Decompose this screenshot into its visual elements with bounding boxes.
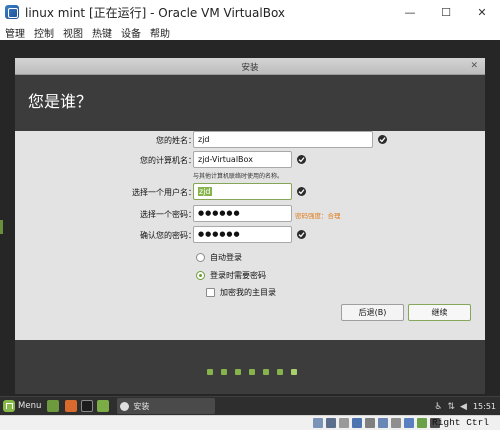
menu-devices[interactable]: 设备 (121, 25, 141, 40)
clock[interactable]: 15:51 (473, 402, 496, 411)
computer-name-input[interactable] (193, 151, 292, 168)
minimize-icon[interactable]: — (392, 0, 428, 24)
password-label: 选择一个密码： (140, 210, 196, 219)
menu-button[interactable]: Menu (3, 398, 41, 414)
menu-view[interactable]: 视图 (63, 25, 83, 40)
menu-manage[interactable]: 管理 (5, 25, 25, 40)
auto-login-label: 自动登录 (210, 252, 242, 262)
terminal-icon[interactable] (81, 400, 94, 412)
name-label: 您的姓名： (156, 136, 196, 145)
network-adapter-icon[interactable] (352, 418, 362, 428)
firefox-icon[interactable] (65, 400, 78, 412)
virtualbox-icon (5, 5, 19, 19)
task-label: 安装 (133, 401, 150, 411)
system-tray: ♿ ⇅ ◀ 15:51 (429, 397, 496, 416)
desktop-panel-edge (0, 220, 3, 234)
installer-window: 安装 ✕ 您是谁？ 您的姓名： 您的计算机名： 与其他计算机联络时使用的名称。 … (15, 58, 485, 394)
taskbar-task-installer[interactable]: 安装 (117, 398, 216, 414)
mint-panel: Menu 安装 ♿ ⇅ ◀ 15:51 (0, 396, 500, 415)
menu-control[interactable]: 控制 (34, 25, 54, 40)
accessibility-icon[interactable]: ♿ (434, 402, 442, 412)
confirm-password-label: 确认您的密码： (140, 231, 196, 240)
menu-label: Menu (18, 401, 42, 411)
computer-name-hint: 与其他计算机联络时使用的名称。 (193, 173, 284, 180)
computer-name-check-icon (297, 155, 306, 164)
installer-title-bar[interactable]: 安装 ✕ (15, 58, 485, 75)
usb-icon[interactable] (365, 418, 375, 428)
computer-name-label: 您的计算机名： (140, 156, 196, 165)
require-password-radio[interactable] (196, 270, 205, 280)
user-form: 您的姓名： 您的计算机名： 与其他计算机联络时使用的名称。 选择一个用户名： z… (15, 131, 485, 340)
auto-login-radio[interactable] (196, 252, 205, 262)
audio-icon[interactable] (339, 418, 349, 428)
installer-header: 您是谁？ (15, 75, 485, 131)
optical-drive-icon[interactable] (326, 418, 336, 428)
host-title-bar: linux mint [正在运行] - Oracle VM VirtualBox… (0, 0, 500, 24)
progress-step (263, 369, 269, 375)
confirm-password-input[interactable]: ●●●●●● (193, 226, 292, 243)
installer-title: 安装 (241, 63, 259, 73)
progress-step (249, 369, 255, 375)
installer-close-icon[interactable]: ✕ (470, 61, 478, 71)
encrypt-home-label: 加密我的主目录 (220, 287, 276, 297)
password-strength: 密码强度：合理 (295, 212, 341, 220)
close-icon[interactable]: ✕ (464, 0, 500, 24)
mint-logo-icon (3, 400, 15, 412)
show-desktop-icon[interactable] (47, 400, 60, 412)
network-icon[interactable]: ⇅ (447, 402, 455, 412)
name-valid-check-icon (378, 135, 387, 144)
maximize-icon[interactable]: ☐ (428, 0, 464, 24)
confirm-password-check-icon (297, 230, 306, 239)
capture-icon[interactable] (404, 418, 414, 428)
shared-folders-icon[interactable] (378, 418, 388, 428)
page-title: 您是谁？ (28, 92, 93, 111)
progress-step-current (291, 369, 297, 375)
progress-step (235, 369, 241, 375)
progress-step (277, 369, 283, 375)
menu-hotkeys[interactable]: 热键 (92, 25, 112, 40)
device-status-icons (313, 418, 443, 428)
require-password-label: 登录时需要密码 (210, 270, 266, 280)
installer-task-icon (120, 401, 130, 411)
install-progress (207, 369, 305, 375)
host-status-bar: Right Ctrl (0, 415, 500, 430)
encrypt-home-option[interactable]: 加密我的主目录 (206, 286, 276, 298)
menu-help[interactable]: 帮助 (150, 25, 170, 40)
display-icon[interactable] (391, 418, 401, 428)
name-input[interactable] (193, 131, 373, 148)
continue-button[interactable]: 继续 (408, 304, 471, 321)
username-input[interactable]: zjd (193, 183, 292, 200)
username-label: 选择一个用户名： (132, 188, 196, 197)
require-password-option[interactable]: 登录时需要密码 (196, 269, 266, 281)
files-icon[interactable] (97, 400, 110, 412)
progress-step (221, 369, 227, 375)
progress-step (207, 369, 213, 375)
volume-icon[interactable]: ◀ (460, 402, 467, 412)
username-selected-text: zjd (198, 187, 212, 196)
username-check-icon (297, 187, 306, 196)
encrypt-home-checkbox[interactable] (206, 287, 215, 297)
auto-login-option[interactable]: 自动登录 (196, 251, 242, 263)
cpu-icon[interactable] (417, 418, 427, 428)
hard-disk-icon[interactable] (313, 418, 323, 428)
back-button[interactable]: 后退(B) (341, 304, 404, 321)
host-key-label: Right Ctrl (432, 417, 490, 428)
window-controls: — ☐ ✕ (392, 0, 500, 24)
password-input[interactable]: ●●●●●● (193, 205, 292, 222)
host-menu-bar: 管理 控制 视图 热键 设备 帮助 (0, 24, 500, 40)
host-window-title: linux mint [正在运行] - Oracle VM VirtualBox (25, 5, 286, 20)
